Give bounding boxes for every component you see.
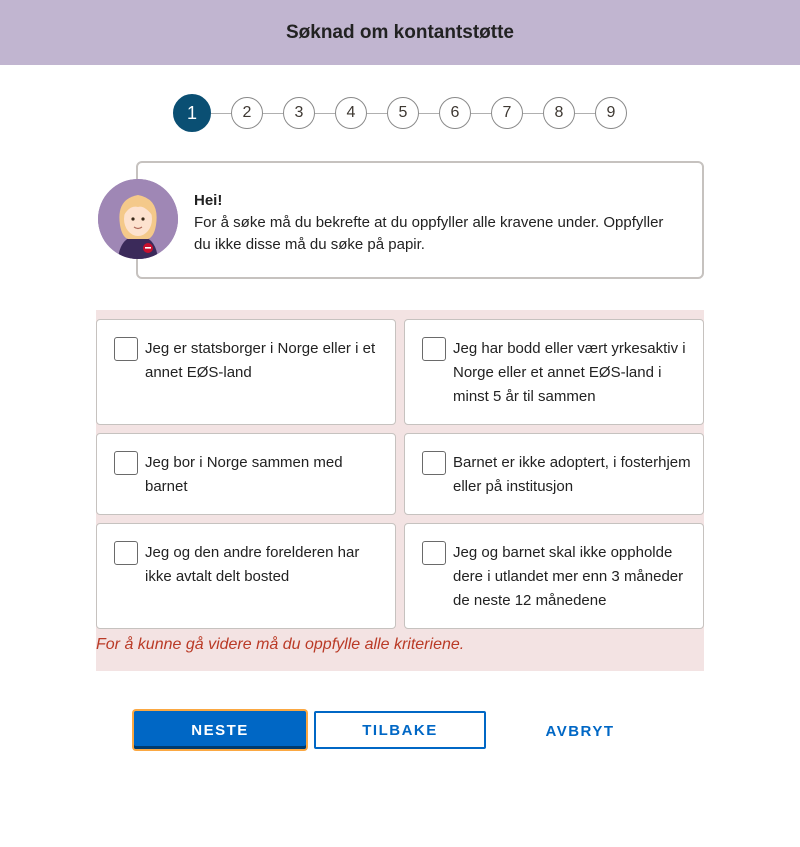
step-connector (419, 112, 439, 114)
checkbox[interactable] (422, 451, 446, 475)
step-connector (263, 112, 283, 114)
step-6: 6 (439, 97, 471, 129)
checkbox[interactable] (114, 451, 138, 475)
checkbox[interactable] (114, 337, 138, 361)
step-1: 1 (173, 94, 211, 132)
criterion-card[interactable]: Jeg bor i Norge sammen med barnet (96, 433, 396, 515)
criterion-label: Barnet er ikke adoptert, i fosterhjem el… (453, 454, 691, 495)
veileder-avatar-icon (98, 179, 178, 259)
criterion-label: Jeg er statsborger i Norge eller i et an… (145, 340, 376, 381)
criterion-label: Jeg og barnet skal ikke oppholde dere i … (453, 544, 684, 609)
checkbox[interactable] (422, 337, 446, 361)
criterion-label: Jeg har bodd eller vært yrkesaktiv i Nor… (453, 340, 686, 405)
step-3: 3 (283, 97, 315, 129)
checkbox[interactable] (422, 541, 446, 565)
criterion-card[interactable]: Jeg har bodd eller vært yrkesaktiv i Nor… (404, 319, 704, 425)
step-2: 2 (231, 97, 263, 129)
step-indicator: 1 2 3 4 5 6 7 8 9 (173, 94, 627, 132)
step-connector (211, 112, 231, 114)
criterion-card[interactable]: Jeg og den andre forelderen har ikke avt… (96, 523, 396, 629)
step-connector (575, 112, 595, 114)
step-connector (471, 112, 491, 114)
page-header: Søknad om kontantstøtte (0, 0, 800, 65)
step-connector (523, 112, 543, 114)
step-connector (367, 112, 387, 114)
cancel-button[interactable]: AVBRYT (520, 712, 640, 750)
step-connector (315, 112, 335, 114)
step-7: 7 (491, 97, 523, 129)
step-8: 8 (543, 97, 575, 129)
criteria-panel: Jeg er statsborger i Norge eller i et an… (96, 310, 704, 671)
criterion-card[interactable]: Jeg og barnet skal ikke oppholde dere i … (404, 523, 704, 629)
criterion-label: Jeg bor i Norge sammen med barnet (145, 454, 343, 495)
criterion-label: Jeg og den andre forelderen har ikke avt… (145, 544, 360, 585)
back-button[interactable]: TILBAKE (314, 711, 486, 749)
error-message: For å kunne gå videre må du oppfylle all… (96, 636, 465, 653)
step-4: 4 (335, 97, 367, 129)
greeting-text: Hei! (194, 192, 223, 209)
page-title: Søknad om kontantstøtte (285, 21, 514, 43)
step-9: 9 (595, 97, 627, 129)
intro-message: For å søke må du bekrefte at du oppfylle… (194, 214, 664, 253)
criterion-card[interactable]: Barnet er ikke adoptert, i fosterhjem el… (404, 433, 704, 515)
criterion-card[interactable]: Jeg er statsborger i Norge eller i et an… (96, 319, 396, 425)
step-5: 5 (387, 97, 419, 129)
checkbox[interactable] (114, 541, 138, 565)
speech-bubble: Hei! For å søke må du bekrefte at du opp… (136, 161, 704, 279)
intro-section: Hei! For å søke må du bekrefte at du opp… (98, 161, 704, 279)
next-button[interactable]: NESTE (134, 711, 306, 749)
